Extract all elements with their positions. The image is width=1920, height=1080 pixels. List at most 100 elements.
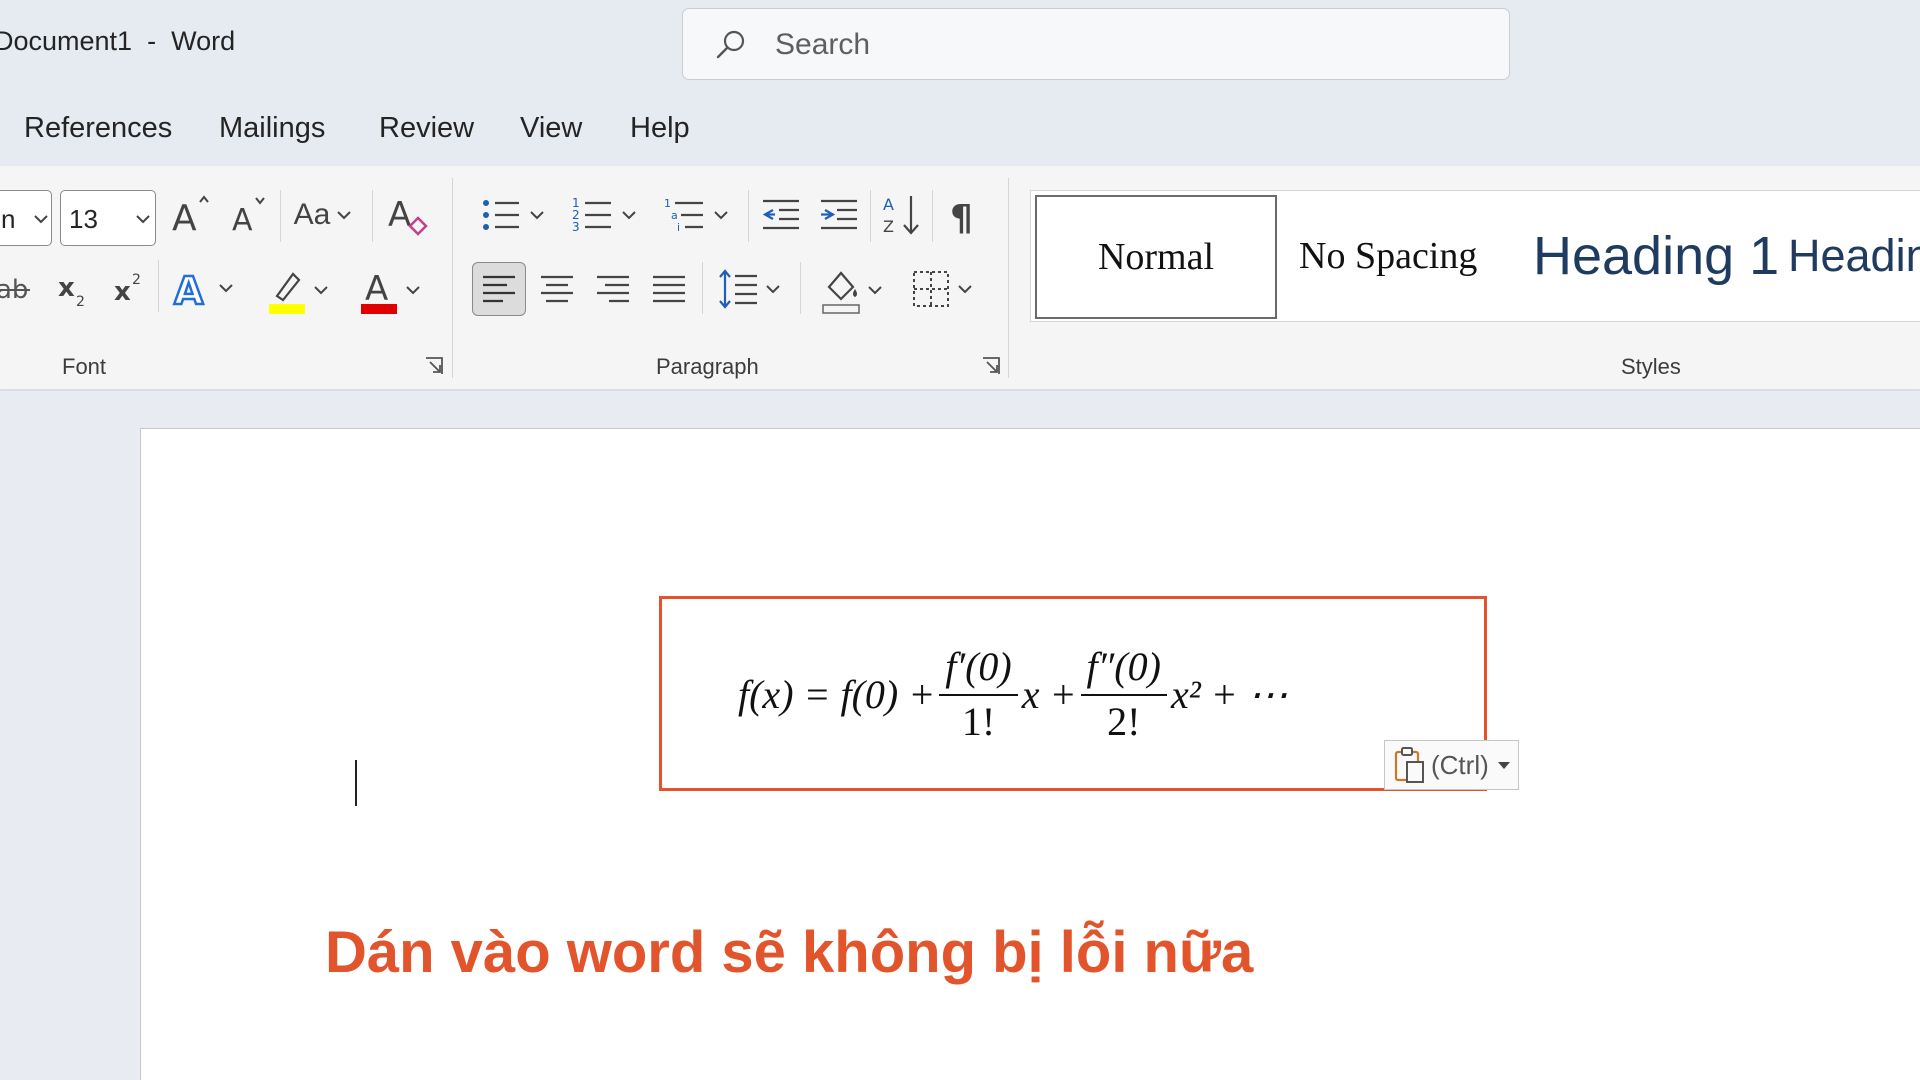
svg-text:A: A [172,198,197,238]
font-color-icon: A [361,269,397,314]
sort-az-icon: AZ [883,195,919,236]
chevron-down-icon [868,286,882,295]
equation-fraction-2: f″(0) 2! [1080,643,1167,745]
bullet-list-icon [483,200,519,230]
font-size-value: 13 [69,204,98,234]
subscript-icon: x2 [58,273,85,310]
document-canvas: f(x) = f(0) + f′(0) 1! x + f″(0) 2! x² +… [0,391,1920,1080]
divider [800,262,801,314]
increase-indent-icon [821,199,857,230]
equation[interactable]: f(x) = f(0) + f′(0) 1! x + f″(0) 2! x² +… [738,643,1288,745]
paragraph-group-label: Paragraph [656,354,759,379]
align-center-icon [541,275,573,303]
shading-button[interactable] [812,264,890,316]
align-right-button[interactable] [590,266,636,312]
highlight-button[interactable] [260,264,334,316]
highlight-color-swatch [269,304,305,314]
tab-view[interactable]: View [520,112,582,145]
numbering-button[interactable]: 123 [566,192,642,238]
tab-help[interactable]: Help [630,112,690,145]
svg-text:1: 1 [664,197,671,210]
style-normal[interactable]: Normal [1035,195,1277,319]
show-formatting-button[interactable]: ¶ [942,192,986,238]
borders-button[interactable] [902,264,980,314]
text-effects-icon: A [173,268,206,312]
chevron-down-icon [958,285,972,294]
style-heading-2[interactable]: Heading 2 [1788,191,1920,321]
strikethrough-icon: ab [0,275,30,305]
change-case-label: Aa [293,198,331,231]
justify-icon [653,275,685,303]
document-page[interactable]: f(x) = f(0) + f′(0) 1! x + f″(0) 2! x² +… [140,428,1920,1080]
font-size-dropdown[interactable]: 13 [60,190,156,246]
paragraph-dialog-launcher-icon[interactable] [981,356,1001,376]
multilevel-list-button[interactable]: 1ai [658,192,734,238]
style-no-spacing[interactable]: No Spacing [1299,191,1477,321]
font-name-value: n [1,204,16,234]
svg-text:A: A [388,195,411,235]
font-color-button[interactable]: A [352,264,426,316]
chevron-down-icon [34,215,48,224]
decrease-indent-button[interactable] [758,192,804,238]
tab-review[interactable]: Review [379,112,474,145]
divider [748,190,749,242]
search-icon [716,30,745,59]
search-box[interactable]: Search [682,8,1510,80]
align-left-button[interactable] [472,262,526,316]
svg-text:A: A [232,203,253,238]
bullets-button[interactable] [474,192,550,238]
decrease-indent-icon [762,199,799,230]
chevron-down-icon [219,284,233,293]
sort-button[interactable]: AZ [878,190,924,240]
clear-formatting-button[interactable]: A [386,190,430,238]
divider [932,190,933,242]
svg-text:Z: Z [883,217,894,236]
divider [372,190,373,242]
superscript-button[interactable]: x2 [112,266,152,310]
font-name-dropdown[interactable]: n [0,190,52,246]
paste-options-button[interactable]: (Ctrl) [1384,740,1519,790]
ribbon-tabs: References Mailings Review View Help [0,88,1920,166]
change-case-button[interactable]: Aa [288,194,358,236]
grow-font-button[interactable]: A [170,192,214,238]
align-right-icon [597,275,629,303]
svg-text:3: 3 [572,220,580,234]
svg-text:x: x [114,277,131,307]
superscript-icon: x2 [114,272,141,307]
group-divider [1008,178,1009,378]
divider [158,260,159,312]
strikethrough-button[interactable]: ab [0,266,34,310]
style-heading-1[interactable]: Heading 1 [1533,191,1779,321]
fraction-2-numerator: f″(0) [1080,643,1167,696]
shrink-font-button[interactable]: A [228,192,272,238]
line-spacing-icon [719,269,757,309]
caret-down-icon [1497,762,1510,769]
text-effects-button[interactable]: A [166,264,238,312]
chevron-down-icon [714,211,728,220]
justify-button[interactable] [646,266,692,312]
tab-references[interactable]: References [24,112,172,145]
svg-text:¶: ¶ [950,198,973,238]
svg-text:2: 2 [132,272,141,288]
fraction-2-denominator: 2! [1107,699,1141,744]
chevron-down-icon [136,215,150,224]
chevron-down-icon [337,211,352,220]
svg-text:x: x [58,273,75,303]
subscript-button[interactable]: x2 [56,266,96,310]
svg-text:A: A [174,269,204,312]
highlighter-icon [269,272,305,314]
divider [702,262,703,314]
grow-font-icon: A [172,195,209,238]
align-left-icon [483,275,515,303]
tab-mailings[interactable]: Mailings [219,112,325,145]
font-dialog-launcher-icon[interactable] [424,356,444,376]
styles-group-label: Styles [1621,354,1681,379]
line-spacing-button[interactable] [710,264,788,314]
increase-indent-button[interactable] [816,192,862,238]
fraction-1-denominator: 1! [961,699,996,744]
equation-term-2-tail: x² + ⋯ [1170,671,1288,717]
clear-formatting-icon: A [388,195,428,236]
align-center-button[interactable] [534,266,580,312]
multilevel-list-icon: 1ai [664,197,703,234]
chevron-down-icon [622,211,636,220]
